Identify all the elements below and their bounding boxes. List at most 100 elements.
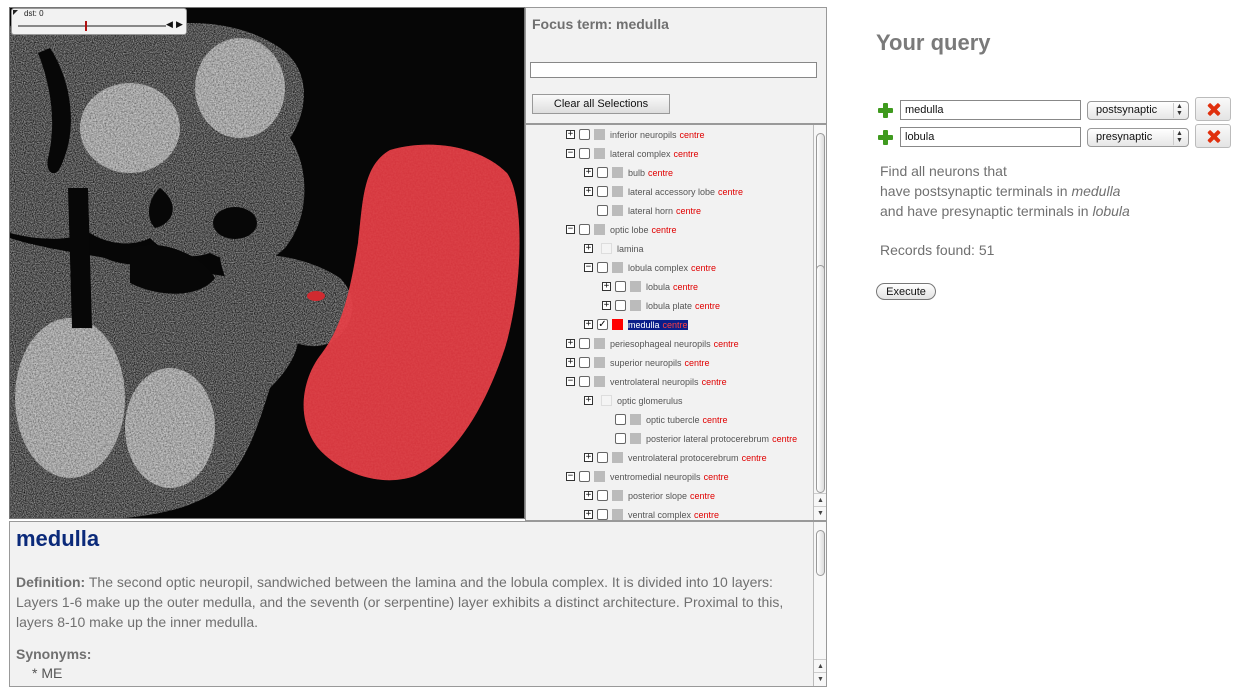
tree-item[interactable]: − lateral complex centre — [566, 144, 699, 163]
tree-item-checkbox[interactable] — [579, 129, 590, 140]
tree-item-checkbox[interactable] — [579, 357, 590, 368]
centre-link[interactable]: centre — [674, 149, 699, 159]
definition-scrollbar[interactable]: ▲ ▼ — [813, 522, 826, 686]
tree-item-label[interactable]: ventromedial neuropils — [610, 472, 701, 482]
tree-item[interactable]: + periesophageal neuropils centre — [566, 334, 739, 353]
tree-item-label[interactable]: lateral accessory lobe — [628, 187, 715, 197]
slider-prev-icon[interactable]: ◀ — [166, 19, 173, 30]
tree-item[interactable]: + inferior neuropils centre — [566, 125, 705, 144]
expand-plus-icon[interactable]: + — [584, 396, 593, 405]
tree-item[interactable]: + lateral accessory lobe centre — [584, 182, 743, 201]
relation-select-1[interactable]: postsynaptic ▲ ▼ — [1087, 101, 1189, 120]
collapse-minus-icon[interactable]: − — [566, 472, 575, 481]
expand-plus-icon[interactable]: + — [584, 320, 593, 329]
slider-track[interactable] — [18, 25, 166, 27]
tree-item[interactable]: − lobula complex centre — [584, 258, 716, 277]
remove-term-button-2[interactable] — [1195, 124, 1231, 148]
tree-scrollbar-top-thumb[interactable] — [816, 133, 825, 273]
tree-item-label[interactable]: superior neuropils — [610, 358, 682, 368]
tree-item-label[interactable]: lobula — [646, 282, 670, 292]
tree-item-checkbox[interactable] — [597, 205, 608, 216]
expand-plus-icon[interactable]: + — [584, 168, 593, 177]
brain-image-viewer[interactable] — [9, 7, 525, 519]
depth-slider[interactable]: dst: 0 ◀ ▶ — [11, 8, 187, 35]
centre-link[interactable]: centre — [673, 282, 698, 292]
tree-item[interactable]: + superior neuropils centre — [566, 353, 710, 372]
tree-item-checkbox[interactable] — [579, 338, 590, 349]
add-term-plus-icon[interactable] — [878, 130, 893, 145]
tree-item[interactable]: + ventrolateral protocerebrum centre — [584, 448, 767, 467]
expand-plus-icon[interactable]: + — [602, 301, 611, 310]
centre-link[interactable]: centre — [742, 453, 767, 463]
execute-button[interactable]: Execute — [876, 283, 936, 300]
tree-item-label[interactable]: optic lobe — [610, 225, 649, 235]
centre-link[interactable]: centre — [652, 225, 677, 235]
expand-plus-icon[interactable]: + — [584, 491, 593, 500]
tree-item-checkbox[interactable] — [597, 262, 608, 273]
tree-item-label[interactable]: optic tubercle — [646, 415, 700, 425]
clear-all-selections-button[interactable]: Clear all Selections — [532, 94, 670, 114]
tree-item[interactable]: + lobula plate centre — [602, 296, 720, 315]
centre-link[interactable]: centre — [659, 319, 688, 330]
tree-item-checkbox[interactable] — [579, 471, 590, 482]
tree-item-checkbox[interactable] — [615, 433, 626, 444]
tree-item-label[interactable]: ventrolateral neuropils — [610, 377, 699, 387]
centre-link[interactable]: centre — [691, 263, 716, 273]
tree-item-label[interactable]: medulla — [628, 319, 660, 330]
expand-plus-icon[interactable]: + — [602, 282, 611, 291]
slider-thumb[interactable] — [85, 21, 87, 31]
tree-item-checkbox[interactable] — [597, 452, 608, 463]
tree-item-checkbox[interactable] — [579, 376, 590, 387]
tree-item-label[interactable]: lateral horn — [628, 206, 673, 216]
tree-item[interactable]: posterior lateral protocerebrum centre — [615, 429, 797, 448]
definition-scrollbar-thumb[interactable] — [816, 530, 825, 576]
tree-item-label[interactable]: posterior slope — [628, 491, 687, 501]
focus-term-search-input[interactable] — [530, 62, 817, 78]
centre-link[interactable]: centre — [680, 130, 705, 140]
centre-link[interactable]: centre — [695, 301, 720, 311]
tree-item-checkbox[interactable] — [579, 224, 590, 235]
tree-item-label[interactable]: ventrolateral protocerebrum — [628, 453, 739, 463]
centre-link[interactable]: centre — [772, 434, 797, 444]
centre-link[interactable]: centre — [703, 415, 728, 425]
tree-item-checkbox[interactable] — [597, 509, 608, 520]
collapse-minus-icon[interactable]: − — [566, 149, 575, 158]
centre-link[interactable]: centre — [718, 187, 743, 197]
tree-item-checkbox[interactable] — [615, 414, 626, 425]
collapse-minus-icon[interactable]: − — [566, 225, 575, 234]
centre-link[interactable]: centre — [648, 168, 673, 178]
centre-link[interactable]: centre — [690, 491, 715, 501]
tree-scroll-up-icon[interactable]: ▲ — [814, 493, 826, 506]
expand-plus-icon[interactable]: + — [566, 339, 575, 348]
tree-item-checkbox[interactable] — [615, 300, 626, 311]
tree-item-label[interactable]: inferior neuropils — [610, 130, 677, 140]
tree-item-label[interactable]: posterior lateral protocerebrum — [646, 434, 769, 444]
collapse-minus-icon[interactable]: − — [584, 263, 593, 272]
tree-item[interactable]: − ventromedial neuropils centre — [566, 467, 729, 486]
query-term-input-1[interactable]: medulla — [900, 100, 1081, 120]
definition-scroll-down-icon[interactable]: ▼ — [814, 672, 826, 685]
tree-item[interactable]: + optic glomerulus — [584, 391, 683, 410]
tree-item-checkbox[interactable] — [597, 167, 608, 178]
slider-next-icon[interactable]: ▶ — [176, 19, 183, 30]
tree-item[interactable]: + lobula centre — [602, 277, 698, 296]
tree-item-checkbox[interactable] — [597, 186, 608, 197]
centre-link[interactable]: centre — [702, 377, 727, 387]
remove-term-button-1[interactable] — [1195, 97, 1231, 121]
tree-item-label[interactable]: lobula plate — [646, 301, 692, 311]
tree-item[interactable]: + bulb centre — [584, 163, 673, 182]
tree-item-label[interactable]: optic glomerulus — [617, 396, 683, 406]
centre-link[interactable]: centre — [714, 339, 739, 349]
tree-item-checkbox[interactable]: ✓ — [597, 319, 608, 330]
tree-item[interactable]: − ventrolateral neuropils centre — [566, 372, 727, 391]
tree-item-label[interactable]: periesophageal neuropils — [610, 339, 711, 349]
expand-plus-icon[interactable]: + — [566, 358, 575, 367]
tree-item[interactable]: optic tubercle centre — [615, 410, 728, 429]
definition-scroll-up-icon[interactable]: ▲ — [814, 659, 826, 672]
tree-item[interactable]: + lamina — [584, 239, 644, 258]
tree-item[interactable]: − optic lobe centre — [566, 220, 677, 239]
tree-scrollbar[interactable]: ▲ ▼ — [813, 125, 826, 520]
add-term-plus-icon[interactable] — [878, 103, 893, 118]
expand-plus-icon[interactable]: + — [566, 130, 575, 139]
tree-item-label[interactable]: bulb — [628, 168, 645, 178]
